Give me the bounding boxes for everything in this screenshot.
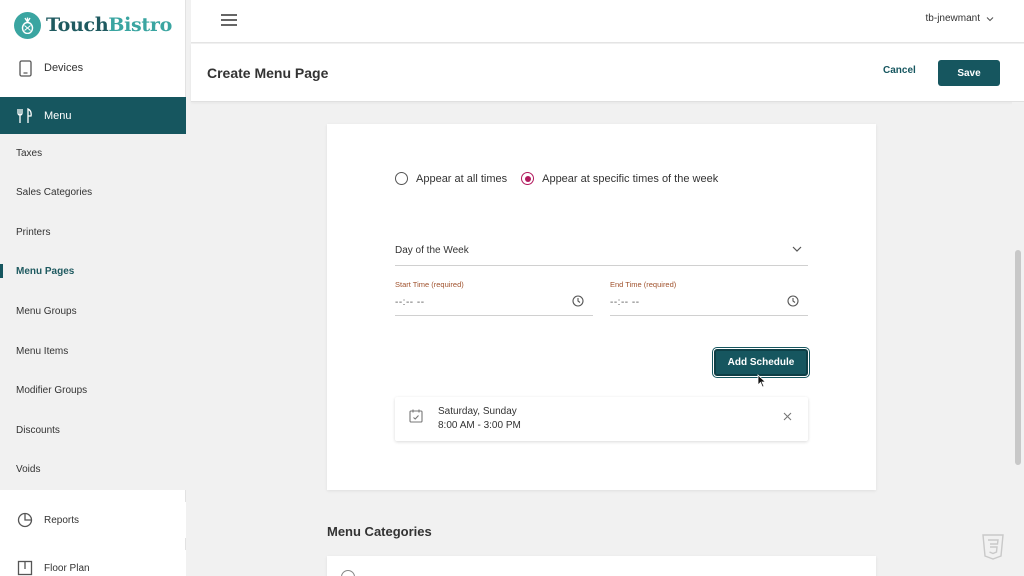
subnav-item-discounts[interactable]: Discounts xyxy=(0,411,186,449)
end-time-value[interactable]: --:-- -- xyxy=(610,297,640,308)
cancel-button[interactable]: Cancel xyxy=(883,65,916,76)
subnav-item-menu-pages[interactable]: Menu Pages xyxy=(0,252,186,290)
subnav-item-taxes[interactable]: Taxes xyxy=(0,134,186,172)
schedule-days: Saturday, Sunday xyxy=(438,406,517,417)
page-header: Create Menu Page Cancel Save xyxy=(191,44,1024,102)
subnav-label: Menu Pages xyxy=(16,265,75,277)
end-time-label: End Time (required) xyxy=(610,280,677,289)
subnav-item-modifier-groups[interactable]: Modifier Groups xyxy=(0,371,186,409)
fork-knife-icon xyxy=(16,107,34,125)
subnav-label: Discounts xyxy=(16,424,60,436)
add-schedule-button[interactable]: Add Schedule xyxy=(714,349,808,376)
top-bar: tb-jnewmant xyxy=(191,0,1024,43)
subnav-label: Menu Items xyxy=(16,345,69,357)
subnav-label: Taxes xyxy=(16,147,43,159)
calendar-check-icon xyxy=(409,409,423,423)
user-menu[interactable]: tb-jnewmant xyxy=(926,13,994,24)
radio-label-all-times[interactable]: Appear at all times xyxy=(416,173,507,185)
day-of-week-select[interactable]: Day of the Week xyxy=(395,236,808,266)
tablet-icon xyxy=(16,59,34,77)
subnav-item-menu-items[interactable]: Menu Items xyxy=(0,332,186,370)
mouse-cursor-icon xyxy=(757,374,767,388)
select-value: Day of the Week xyxy=(395,245,469,256)
sidebar-item-reports[interactable]: Reports xyxy=(0,502,186,538)
end-time-field[interactable]: End Time (required) --:-- -- xyxy=(610,280,808,316)
floor-plan-icon xyxy=(16,559,34,576)
chevron-down-icon xyxy=(986,16,994,21)
sidebar-item-label: Reports xyxy=(44,514,80,526)
hamburger-menu-icon[interactable] xyxy=(221,14,237,26)
sidebar-item-label: Floor Plan xyxy=(44,562,90,574)
search-icon xyxy=(341,570,355,576)
schedule-item: Saturday, Sunday 8:00 AM - 3:00 PM xyxy=(395,397,808,441)
scrollbar-thumb[interactable] xyxy=(1015,250,1021,465)
css3-watermark-icon xyxy=(982,534,1004,560)
radio-appear-specific-times[interactable] xyxy=(521,172,535,185)
username: tb-jnewmant xyxy=(925,13,980,24)
start-time-label: Start Time (required) xyxy=(395,280,464,289)
save-button[interactable]: Save xyxy=(938,60,1000,86)
sidebar-item-menu[interactable]: Menu xyxy=(0,97,186,134)
sidebar-item-label: Devices xyxy=(44,62,84,74)
pie-chart-icon xyxy=(16,511,34,529)
menu-subnav: Taxes Sales Categories Printers Menu Pag… xyxy=(0,134,186,490)
chevron-down-icon xyxy=(792,246,802,252)
clock-icon[interactable] xyxy=(572,295,584,307)
menu-categories-card xyxy=(327,556,876,576)
subnav-item-printers[interactable]: Printers xyxy=(0,213,186,251)
brand-logo[interactable]: TouchBistro xyxy=(14,10,172,40)
brand-name: TouchBistro xyxy=(46,14,172,36)
schedule-card: Appear at all times Appear at specific t… xyxy=(327,124,876,490)
clock-icon[interactable] xyxy=(787,295,799,307)
page-title: Create Menu Page xyxy=(207,65,329,81)
menu-categories-title: Menu Categories xyxy=(327,524,432,539)
radio-appear-all-times[interactable] xyxy=(395,172,408,185)
pineapple-icon xyxy=(14,11,41,39)
subnav-item-menu-groups[interactable]: Menu Groups xyxy=(0,292,186,330)
sidebar: TouchBistro Devices Menu Taxes Sales Cat… xyxy=(0,0,186,576)
radio-label-specific-times[interactable]: Appear at specific times of the week xyxy=(542,173,718,185)
subnav-label: Voids xyxy=(16,463,41,475)
subnav-label: Sales Categories xyxy=(16,186,93,198)
start-time-field[interactable]: Start Time (required) --:-- -- xyxy=(395,280,593,316)
visibility-options: Appear at all times Appear at specific t… xyxy=(395,172,718,185)
subnav-label: Menu Groups xyxy=(16,305,77,317)
subnav-item-sales-categories[interactable]: Sales Categories xyxy=(0,173,186,211)
sidebar-item-devices[interactable]: Devices xyxy=(0,50,186,86)
start-time-value[interactable]: --:-- -- xyxy=(395,297,425,308)
sidebar-item-floor-plan[interactable]: Floor Plan xyxy=(0,550,186,576)
sidebar-item-label: Menu xyxy=(44,109,72,122)
subnav-label: Modifier Groups xyxy=(16,384,88,396)
subnav-item-voids[interactable]: Voids xyxy=(0,450,186,488)
subnav-label: Printers xyxy=(16,226,51,238)
schedule-time: 8:00 AM - 3:00 PM xyxy=(438,420,521,431)
close-icon[interactable] xyxy=(783,412,792,421)
